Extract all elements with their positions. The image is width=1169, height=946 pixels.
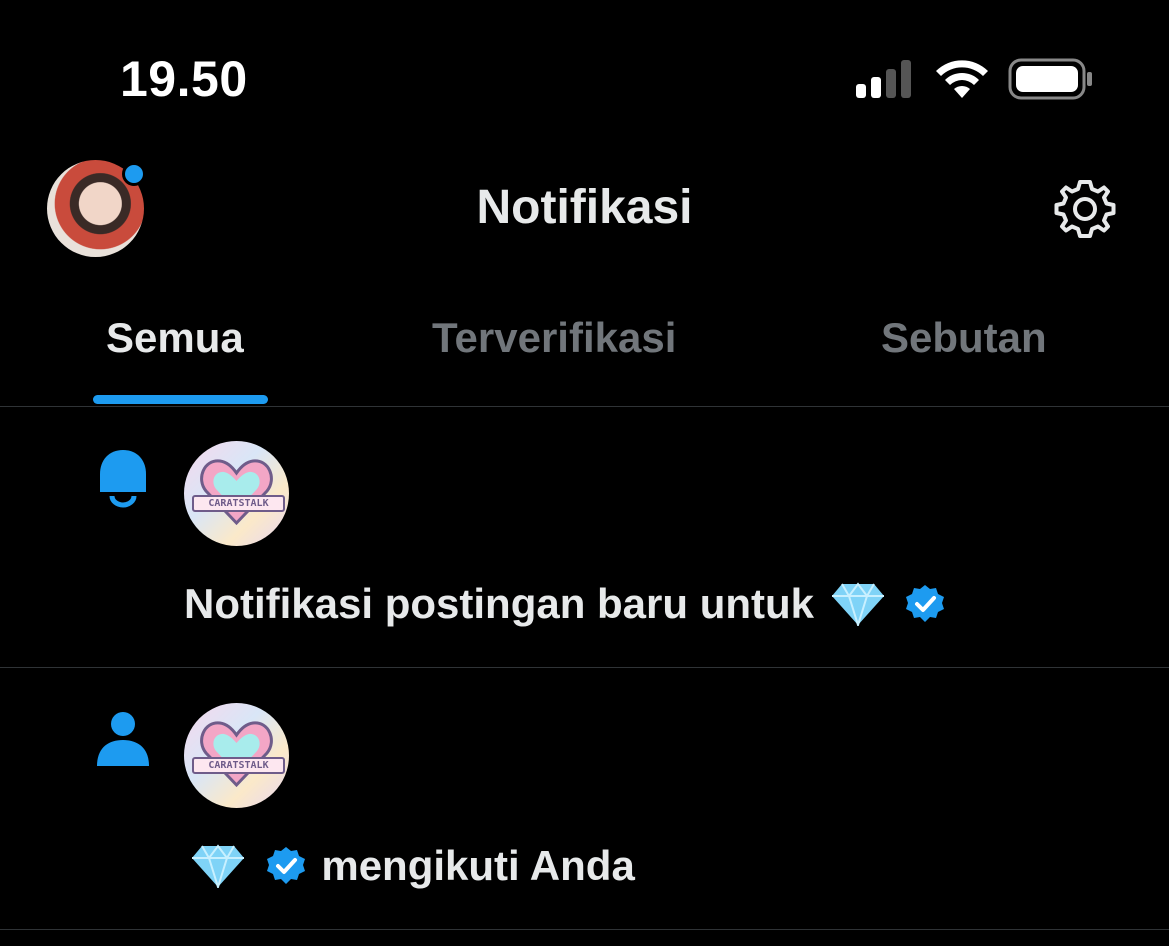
active-tab-indicator: [93, 395, 268, 404]
tab-sebutan[interactable]: Sebutan: [881, 314, 1047, 362]
notification-message: mengikuti Anda: [321, 842, 635, 889]
tab-semua[interactable]: Semua: [106, 314, 244, 362]
gem-icon: [831, 582, 884, 626]
account-avatar[interactable]: CARATSTALK: [184, 441, 289, 546]
person-icon: [97, 712, 149, 766]
status-bar: 19.50: [0, 0, 1169, 150]
bell-icon: [100, 450, 146, 508]
list-item[interactable]: CARATSTALK Notifikasi postingan baru unt…: [0, 406, 1169, 668]
tab-terverifikasi[interactable]: Terverifikasi: [432, 314, 676, 362]
cellular-signal-icon: [856, 60, 911, 98]
notification-message: Notifikasi postingan baru untuk: [184, 580, 815, 627]
gem-icon: [192, 844, 244, 888]
avatar-banner-text: CARATSTALK: [192, 495, 285, 512]
heart-logo-icon: [200, 459, 273, 526]
page-title: Notifikasi: [476, 181, 693, 234]
avatar-banner-text: CARATSTALK: [192, 757, 285, 774]
notification-text: Notifikasi postingan baru untuk: [184, 580, 949, 628]
heart-logo-icon: [200, 721, 273, 788]
verified-badge-icon: [266, 847, 305, 884]
notification-text: mengikuti Anda: [186, 842, 635, 890]
verified-badge-icon: [906, 585, 945, 622]
account-avatar[interactable]: CARATSTALK: [184, 703, 289, 808]
list-item[interactable]: CARATSTALK mengikuti Anda: [0, 668, 1169, 930]
status-time: 19.50: [120, 51, 248, 107]
battery-icon: [1008, 58, 1092, 100]
notification-tabs: Semua Terverifikasi Sebutan: [0, 300, 1169, 407]
wifi-icon: [936, 60, 988, 98]
gear-icon[interactable]: [1052, 176, 1118, 242]
